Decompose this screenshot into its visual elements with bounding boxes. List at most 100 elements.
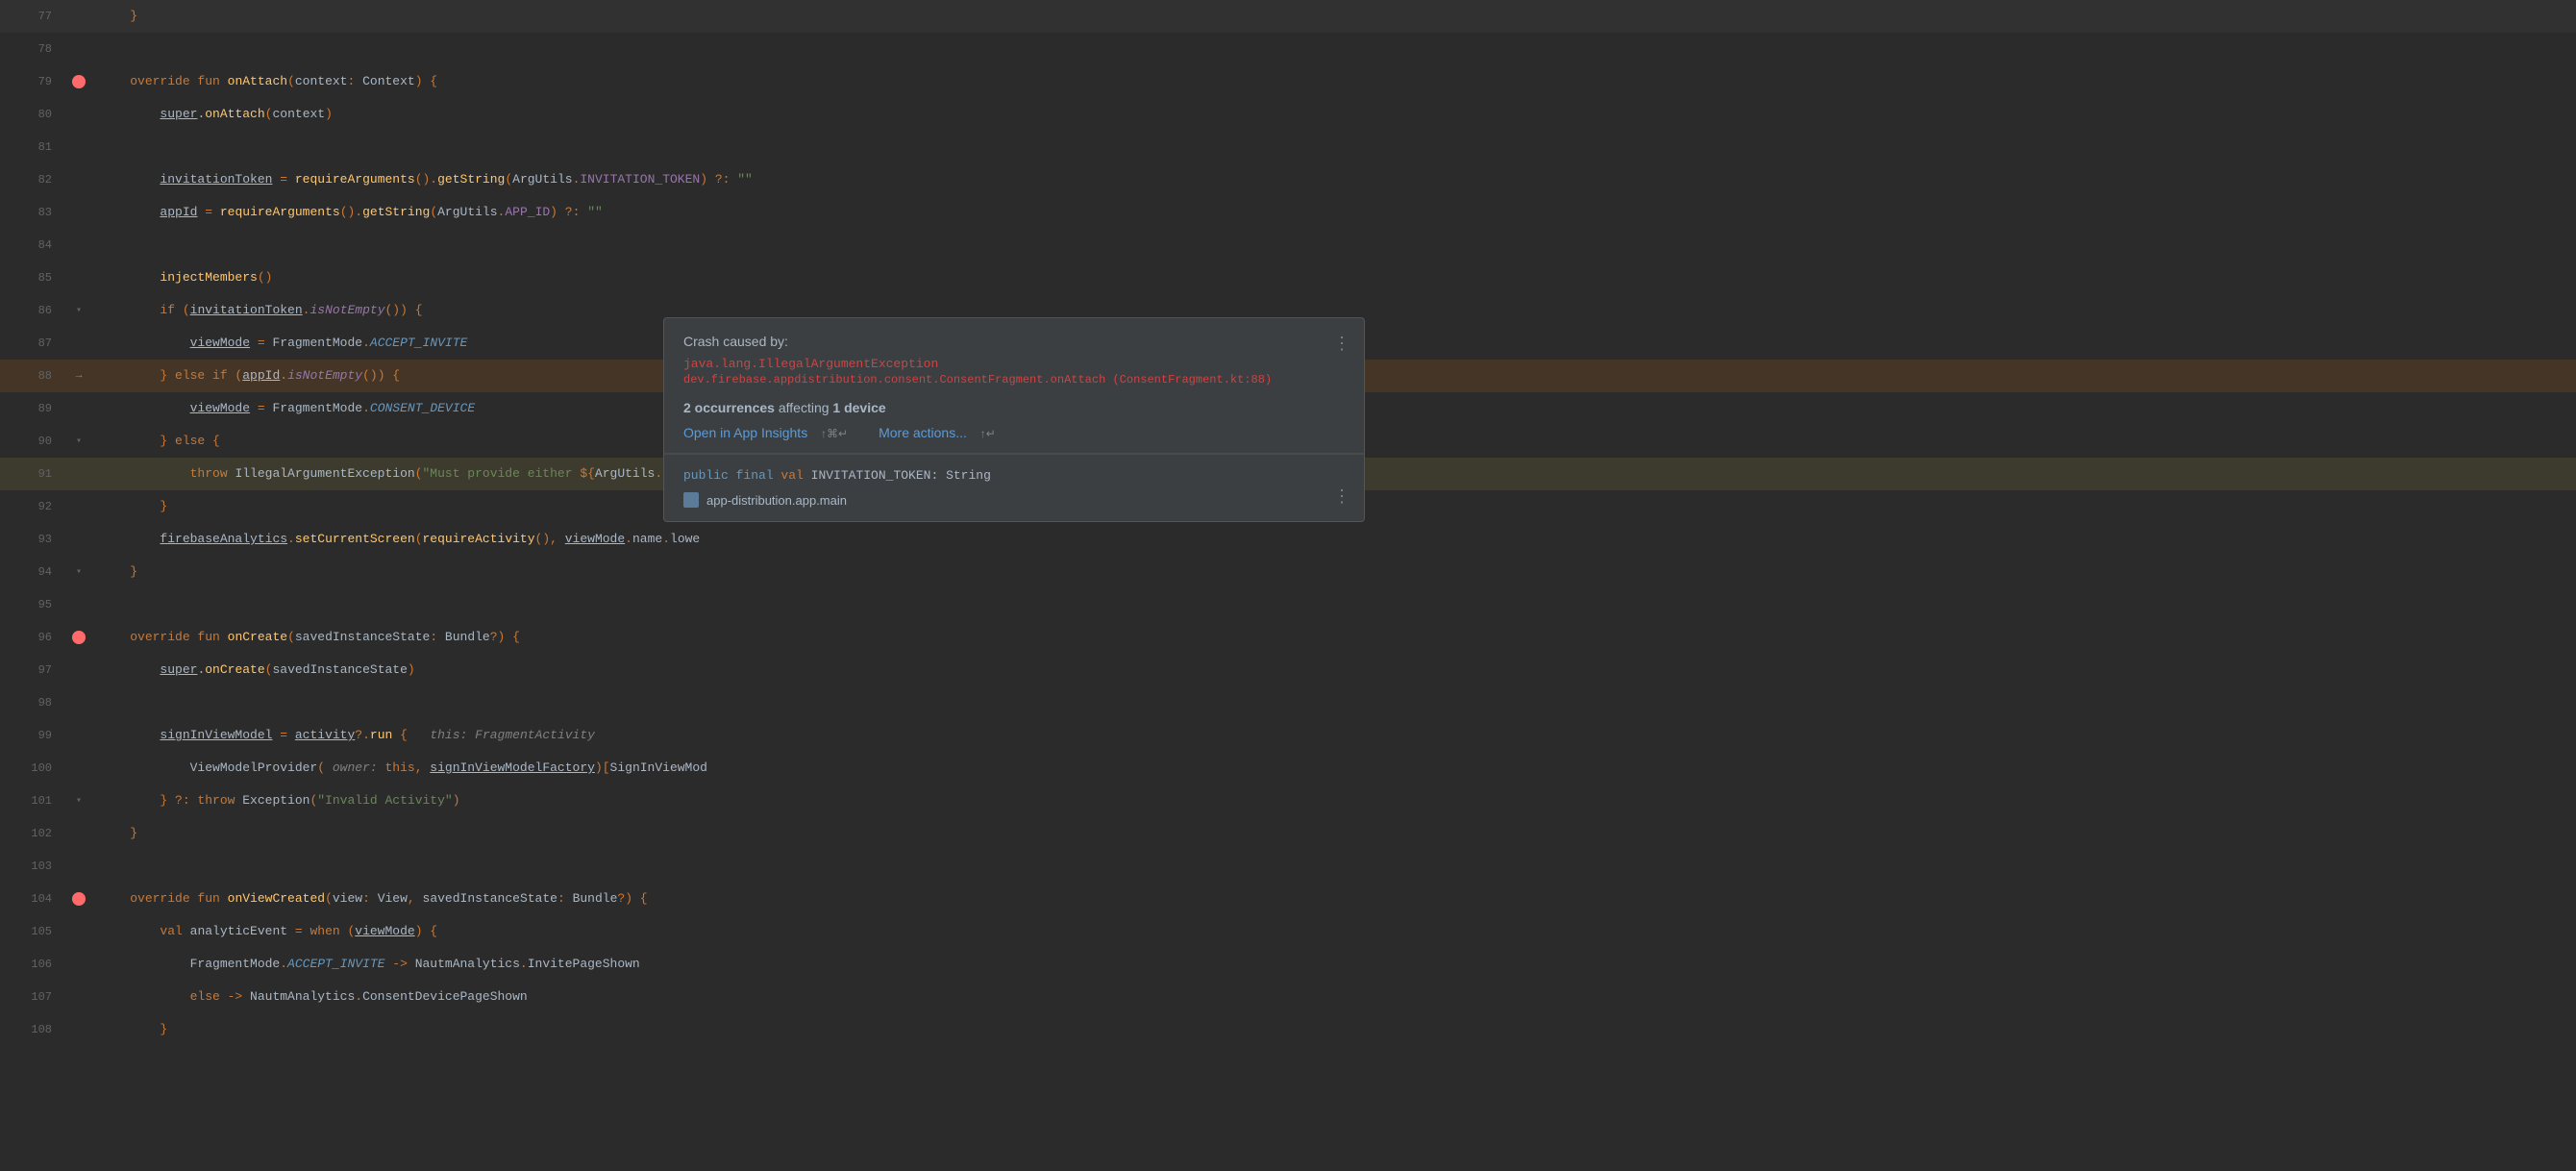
popup-link1-shortcut: ↑⌘↵: [821, 427, 848, 440]
code-line-97: 97 super.onCreate(savedInstanceState): [0, 654, 2576, 686]
popup-occurrences-bold: 2 occurrences: [683, 400, 775, 415]
line-num-79: 79: [0, 75, 65, 88]
code-line-81: 81: [0, 131, 2576, 163]
code-line-102: 102 }: [0, 817, 2576, 850]
breakpoint-104[interactable]: [72, 892, 86, 906]
popup-top-section: ⋮ Crash caused by: java.lang.IllegalArgu…: [664, 318, 1364, 454]
line-num-80: 80: [0, 108, 65, 121]
code-line-79: 79 override fun onAttach(context: Contex…: [0, 65, 2576, 98]
line-num-99: 99: [0, 729, 65, 742]
code-line-85: 85 injectMembers(): [0, 262, 2576, 294]
popup-menu-button-bottom[interactable]: ⋮: [1333, 486, 1350, 508]
popup-exception1: java.lang.IllegalArgumentException: [683, 357, 1345, 371]
code-line-105: 105 val analyticEvent = when (viewMode) …: [0, 915, 2576, 948]
fold-icon-86[interactable]: ▾: [76, 305, 82, 316]
code-line-100: 100 ViewModelProvider( owner: this, sign…: [0, 752, 2576, 785]
line-content-83: appId = requireArguments().getString(Arg…: [92, 196, 2576, 229]
line-num-101: 101: [0, 794, 65, 808]
code-line-106: 106 FragmentMode.ACCEPT_INVITE -> NautmA…: [0, 948, 2576, 981]
popup-link2-shortcut: ↑↵: [980, 427, 996, 440]
code-line-78: 78: [0, 33, 2576, 65]
line-num-103: 103: [0, 860, 65, 873]
line-num-94: 94: [0, 565, 65, 579]
line-num-85: 85: [0, 271, 65, 285]
line-content-106: FragmentMode.ACCEPT_INVITE -> NautmAnaly…: [92, 948, 2576, 981]
line-content-85: injectMembers(): [92, 262, 2576, 294]
line-num-83: 83: [0, 206, 65, 219]
gutter-101: ▾: [65, 795, 92, 807]
code-line-101: 101 ▾ } ?: throw Exception("Invalid Acti…: [0, 785, 2576, 817]
line-num-87: 87: [0, 336, 65, 350]
code-line-99: 99 signInViewModel = activity?.run { thi…: [0, 719, 2576, 752]
popup-bottom-section: public final val INVITATION_TOKEN: Strin…: [664, 455, 1364, 521]
popup-occurrences: 2 occurrences affecting 1 device: [683, 400, 1345, 415]
line-num-91: 91: [0, 467, 65, 481]
fold-icon-94[interactable]: ▾: [76, 566, 82, 578]
breakpoint-79[interactable]: [72, 75, 86, 88]
popup-open-insights-anchor[interactable]: Open in App Insights: [683, 425, 807, 440]
line-num-96: 96: [0, 631, 65, 644]
code-line-96: 96 override fun onCreate(savedInstanceSt…: [0, 621, 2576, 654]
line-num-100: 100: [0, 761, 65, 775]
line-content-77: }: [92, 0, 2576, 33]
line-content-107: else -> NautmAnalytics.ConsentDevicePage…: [92, 981, 2576, 1013]
line-content-80: super.onAttach(context): [92, 98, 2576, 131]
line-content-82: invitationToken = requireArguments().get…: [92, 163, 2576, 196]
gutter-104: [65, 892, 92, 906]
code-line-95: 95: [0, 588, 2576, 621]
popup-device-bold: 1 device: [832, 400, 885, 415]
popup-exception2: dev.firebase.appdistribution.consent.Con…: [683, 373, 1345, 386]
popup-menu-button-top[interactable]: ⋮: [1333, 334, 1350, 355]
code-line-107: 107 else -> NautmAnalytics.ConsentDevice…: [0, 981, 2576, 1013]
line-num-78: 78: [0, 42, 65, 56]
fold-icon-90[interactable]: ▾: [76, 436, 82, 447]
code-line-82: 82 invitationToken = requireArguments().…: [0, 163, 2576, 196]
line-num-93: 93: [0, 533, 65, 546]
line-content-79: override fun onAttach(context: Context) …: [92, 65, 2576, 98]
popup-crash-title: Crash caused by:: [683, 334, 1345, 349]
popup-more-actions-link[interactable]: More actions... ↑↵: [879, 425, 996, 441]
gutter-90: ▾: [65, 436, 92, 447]
line-content-97: super.onCreate(savedInstanceState): [92, 654, 2576, 686]
code-line-94: 94 ▾ }: [0, 556, 2576, 588]
gutter-96: [65, 631, 92, 644]
line-num-106: 106: [0, 958, 65, 971]
code-line-104: 104 override fun onViewCreated(view: Vie…: [0, 883, 2576, 915]
line-num-86: 86: [0, 304, 65, 317]
line-num-104: 104: [0, 892, 65, 906]
line-num-95: 95: [0, 598, 65, 611]
popup-code-name: INVITATION_TOKEN: [811, 468, 931, 483]
line-content-94: }: [92, 556, 2576, 588]
line-content-102: }: [92, 817, 2576, 850]
line-content-101: } ?: throw Exception("Invalid Activity"): [92, 785, 2576, 817]
code-line-80: 80 super.onAttach(context): [0, 98, 2576, 131]
gutter-86: ▾: [65, 305, 92, 316]
line-num-98: 98: [0, 696, 65, 710]
line-num-89: 89: [0, 402, 65, 415]
popup-code-kw3: val: [780, 468, 810, 483]
popup-actions: Open in App Insights ↑⌘↵ More actions...…: [683, 425, 1345, 441]
line-num-81: 81: [0, 140, 65, 154]
line-content-99: signInViewModel = activity?.run { this: …: [92, 719, 2576, 752]
line-num-108: 108: [0, 1023, 65, 1036]
breakpoint-96[interactable]: [72, 631, 86, 644]
gutter-79: [65, 75, 92, 88]
line-content-96: override fun onCreate(savedInstanceState…: [92, 621, 2576, 654]
code-line-93: 93 firebaseAnalytics.setCurrentScreen(re…: [0, 523, 2576, 556]
code-line-103: 103: [0, 850, 2576, 883]
code-line-77: 77 }: [0, 0, 2576, 33]
line-content-104: override fun onViewCreated(view: View, s…: [92, 883, 2576, 915]
fold-icon-101[interactable]: ▾: [76, 795, 82, 807]
popup-code-kw2: final: [736, 468, 781, 483]
code-line-108: 108 }: [0, 1013, 2576, 1046]
popup-code-kw1: public: [683, 468, 736, 483]
popup-more-actions-anchor[interactable]: More actions...: [879, 425, 967, 440]
code-line-84: 84: [0, 229, 2576, 262]
gutter-94: ▾: [65, 566, 92, 578]
popup-code-type: String: [946, 468, 991, 483]
line-content-93: firebaseAnalytics.setCurrentScreen(requi…: [92, 523, 2576, 556]
popup-code-colon: :: [930, 468, 946, 483]
popup-insights-link[interactable]: Open in App Insights ↑⌘↵: [683, 425, 848, 441]
line-num-82: 82: [0, 173, 65, 187]
line-num-77: 77: [0, 10, 65, 23]
